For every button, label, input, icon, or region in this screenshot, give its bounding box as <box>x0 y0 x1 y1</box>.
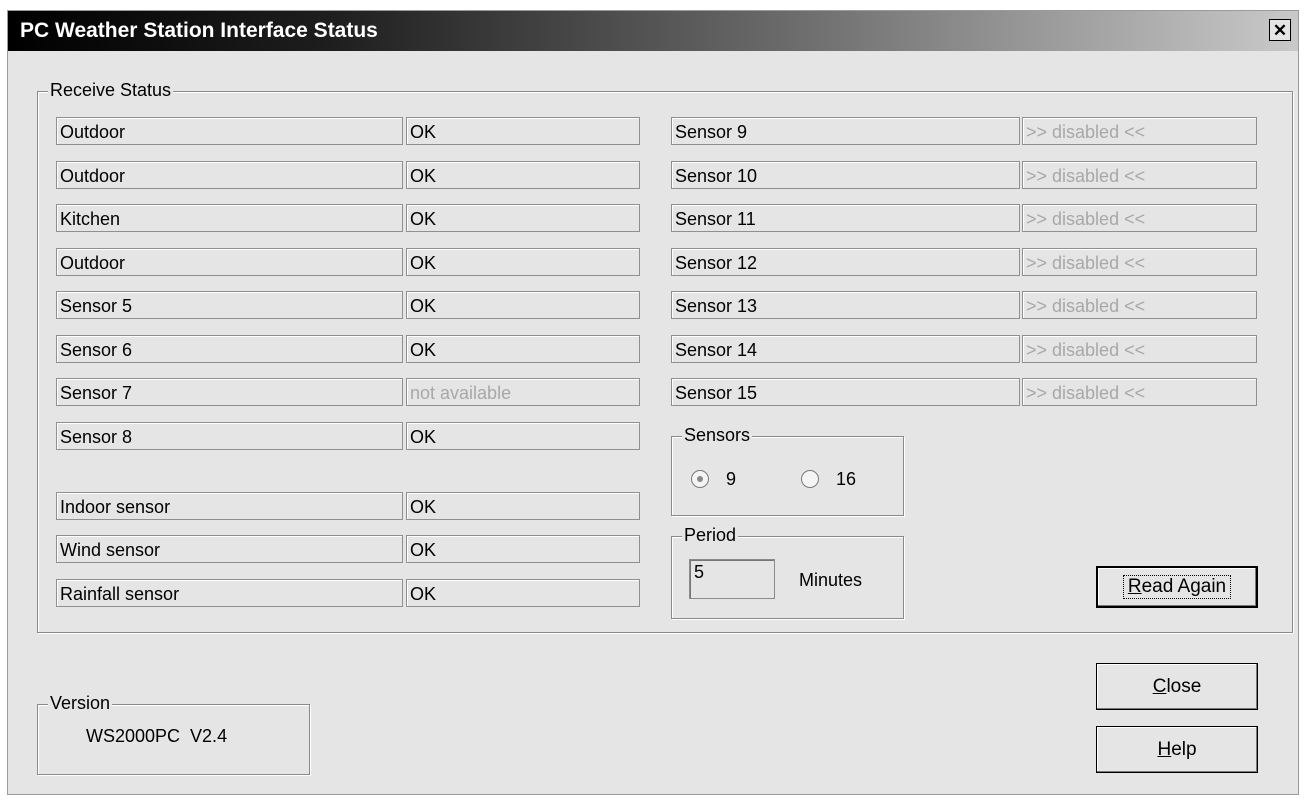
sensor-name: Sensor 12 <box>671 248 1020 276</box>
period-group: Period 5 Minutes <box>671 525 904 619</box>
sensor-name: Wind sensor <box>56 535 403 563</box>
sensors-group: Sensors 9 16 <box>671 425 904 516</box>
sensor-name: Sensor 14 <box>671 335 1020 363</box>
sensor-status: OK <box>406 535 640 563</box>
sensor-status: OK <box>406 422 640 450</box>
help-mnemonic: H <box>1157 738 1172 760</box>
version-value: WS2000PC V2.4 <box>86 726 228 746</box>
title-bar[interactable]: PC Weather Station Interface Status ✕ <box>8 11 1298 51</box>
sensor-name: Kitchen <box>56 204 403 232</box>
sensor-status: >> disabled << <box>1022 204 1257 232</box>
sensor-status: OK <box>406 117 640 145</box>
sensor-name: Sensor 7 <box>56 378 403 406</box>
sensor-name: Sensor 13 <box>671 291 1020 319</box>
sensor-status: OK <box>406 579 640 607</box>
help-button[interactable]: Help <box>1096 726 1258 773</box>
sensor-status: >> disabled << <box>1022 117 1257 145</box>
sensor-name: Sensor 8 <box>56 422 403 450</box>
sensor-status: >> disabled << <box>1022 335 1257 363</box>
sensor-status: OK <box>406 204 640 232</box>
sensor-status: OK <box>406 161 640 189</box>
close-button[interactable]: Close <box>1096 663 1258 710</box>
window-title: PC Weather Station Interface Status <box>20 19 378 42</box>
read-again-label: ead Again <box>1141 576 1227 597</box>
close-label: lose <box>1166 675 1202 697</box>
sensor-name: Sensor 6 <box>56 335 403 363</box>
sensors-9-radio[interactable] <box>691 470 709 488</box>
sensor-status: OK <box>406 492 640 520</box>
sensor-status: OK <box>406 291 640 319</box>
sensor-name: Outdoor <box>56 117 403 145</box>
sensor-status: >> disabled << <box>1022 378 1257 406</box>
version-label: Version <box>48 693 113 714</box>
sensor-name: Sensor 9 <box>671 117 1020 145</box>
read-again-button[interactable]: Read Again <box>1096 566 1258 608</box>
period-input[interactable]: 5 <box>689 559 775 599</box>
sensor-name: Sensor 5 <box>56 291 403 319</box>
read-again-mnemonic: R <box>1127 576 1142 597</box>
sensors-16-radio[interactable] <box>801 470 819 488</box>
sensor-status: >> disabled << <box>1022 161 1257 189</box>
sensor-name: Outdoor <box>56 161 403 189</box>
help-label: elp <box>1171 738 1197 760</box>
sensor-name: Sensor 11 <box>671 204 1020 232</box>
sensor-status: not available <box>406 378 640 406</box>
sensors-16-label[interactable]: 16 <box>836 469 856 490</box>
sensor-status: OK <box>406 335 640 363</box>
sensor-name: Indoor sensor <box>56 492 403 520</box>
close-mnemonic: C <box>1152 675 1167 697</box>
period-label: Period <box>682 525 739 546</box>
period-unit-label: Minutes <box>799 570 863 590</box>
sensor-name: Sensor 15 <box>671 378 1020 406</box>
version-group: Version WS2000PC V2.4 <box>37 693 310 775</box>
close-window-button[interactable]: ✕ <box>1269 19 1291 41</box>
sensors-label: Sensors <box>682 425 753 446</box>
sensor-status: >> disabled << <box>1022 291 1257 319</box>
sensor-name: Sensor 10 <box>671 161 1020 189</box>
receive-status-label: Receive Status <box>48 80 174 101</box>
sensor-name: Rainfall sensor <box>56 579 403 607</box>
sensor-name: Outdoor <box>56 248 403 276</box>
status-dialog: PC Weather Station Interface Status ✕ Re… <box>7 10 1299 795</box>
sensors-9-label[interactable]: 9 <box>726 469 736 490</box>
close-icon: ✕ <box>1272 20 1288 40</box>
sensor-status: >> disabled << <box>1022 248 1257 276</box>
sensor-status: OK <box>406 248 640 276</box>
